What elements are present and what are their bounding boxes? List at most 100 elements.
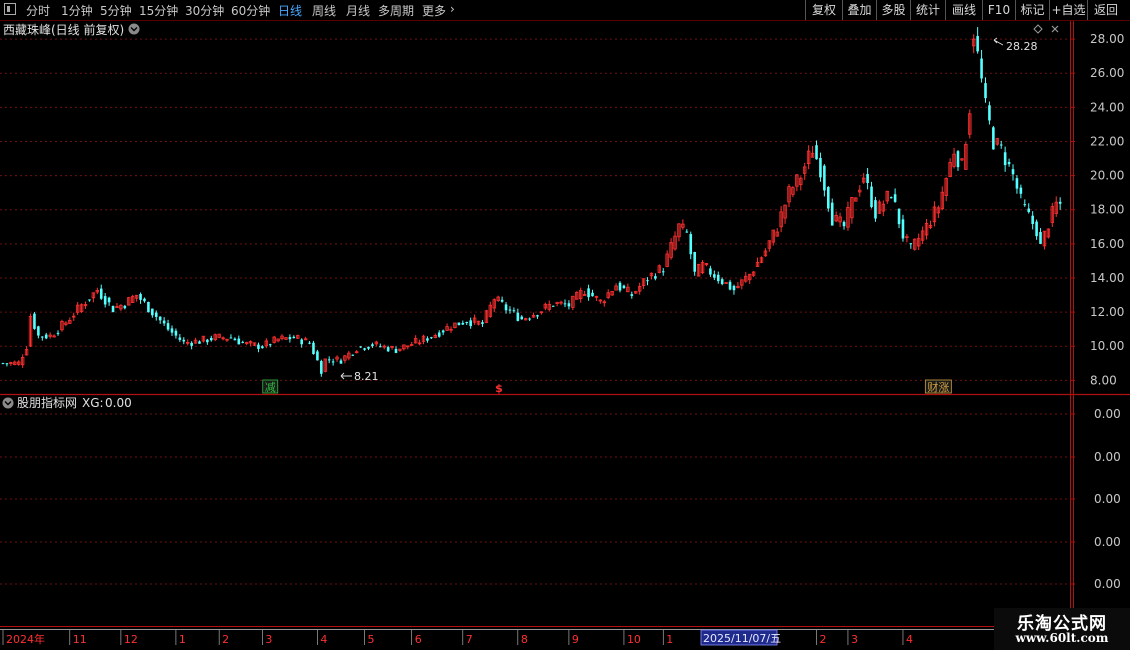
candle-body <box>980 58 983 79</box>
candle-body <box>713 274 716 278</box>
candle-body <box>300 339 303 345</box>
candle-body <box>1027 208 1031 213</box>
price-tick-label: 16.00 <box>1090 237 1124 251</box>
chevron-down-icon[interactable] <box>2 397 14 409</box>
date-tick-label: 12 <box>124 633 138 646</box>
candle-body <box>827 187 830 209</box>
candle-body <box>465 322 469 324</box>
min-price-label: 8.21 <box>354 370 379 383</box>
candle-body <box>1011 169 1015 175</box>
candle-body <box>394 348 398 353</box>
candle-body <box>1031 215 1034 225</box>
close-icon[interactable] <box>1051 25 1059 33</box>
candle-body <box>292 336 296 339</box>
candle-body <box>508 309 512 311</box>
candle-body <box>162 320 166 324</box>
candle-body <box>893 194 897 202</box>
candle-body <box>630 294 634 296</box>
date-tick-label: 6 <box>415 633 422 646</box>
candle-body <box>261 346 264 349</box>
candle-body <box>984 83 987 99</box>
candle-body <box>209 337 213 341</box>
candle-body <box>37 326 40 336</box>
candle-body <box>897 208 901 225</box>
max-price-label: 28.28 <box>1006 40 1038 53</box>
candle-body <box>268 344 272 346</box>
candle-body <box>410 344 414 346</box>
candle-body <box>331 361 335 363</box>
date-tick-label: 1 <box>666 633 673 646</box>
date-tick-label: 3 <box>851 633 858 646</box>
candle-body <box>461 322 465 325</box>
candle-body <box>166 323 170 330</box>
candle-body <box>190 342 193 346</box>
candle-body <box>646 280 649 282</box>
candle-body <box>732 285 736 291</box>
candle-body <box>591 292 594 297</box>
stock-title: 西藏珠峰(日线 前复权) <box>3 22 124 37</box>
kline-chart[interactable]: 28.0026.0024.0022.0020.0018.0016.0014.00… <box>0 0 1130 650</box>
candle-body <box>123 305 127 309</box>
candle-body <box>441 330 445 333</box>
candle-body <box>5 363 9 365</box>
candle-body <box>563 303 567 305</box>
candle-body <box>1058 201 1062 204</box>
candle-body <box>170 328 174 333</box>
candle-body <box>363 348 366 350</box>
candle-body <box>241 341 245 343</box>
candle-body <box>1039 231 1042 244</box>
candle-body <box>512 310 516 312</box>
candle-body <box>457 322 461 326</box>
candle-body <box>976 36 979 52</box>
candle-body <box>288 337 292 340</box>
candle-body <box>378 346 382 348</box>
candle-body <box>1023 204 1027 206</box>
date-tick-label: 8 <box>521 633 528 646</box>
date-tick-label: 9 <box>572 633 579 646</box>
candle-body <box>901 219 905 239</box>
candle-body <box>88 299 91 301</box>
candle-body <box>351 354 355 356</box>
date-tick-label: 2 <box>222 633 229 646</box>
candle-body <box>316 351 319 361</box>
candle-body <box>206 339 209 343</box>
candle-body <box>693 251 696 272</box>
candle-body <box>103 296 107 305</box>
indicator-tick-label: 0.00 <box>1094 450 1121 464</box>
candle-body <box>367 346 370 349</box>
cursor-date-label: 2025/11/07/五 <box>703 632 781 645</box>
candle-body <box>1019 187 1023 194</box>
indicator-series-label: XG: <box>82 396 104 410</box>
candle-body <box>842 221 846 227</box>
candle-body <box>154 312 158 317</box>
candle-body <box>312 342 315 355</box>
candle-body <box>870 186 873 208</box>
chart-frame <box>0 21 1130 630</box>
indicator-tick-label: 0.00 <box>1094 407 1121 421</box>
date-tick-label: 7 <box>466 633 473 646</box>
candle-body <box>909 243 913 245</box>
candle-body <box>386 347 390 352</box>
price-tick-label: 20.00 <box>1090 169 1124 183</box>
candle-body <box>823 165 826 191</box>
date-tick-label: 11 <box>73 633 87 646</box>
candle-body <box>500 299 504 302</box>
candle-body <box>111 305 115 313</box>
candle-body <box>198 341 201 344</box>
candle-body <box>151 308 154 316</box>
candle-body <box>661 271 665 273</box>
diamond-icon[interactable] <box>1033 24 1043 34</box>
chevron-down-icon[interactable] <box>128 23 140 35</box>
candle-body <box>426 338 429 341</box>
date-tick-label: 5 <box>368 633 375 646</box>
candle-body <box>33 313 36 329</box>
candle-body <box>587 288 590 298</box>
candle-body <box>158 316 162 321</box>
candle-body <box>622 285 626 289</box>
date-tick-label: 10 <box>627 633 641 646</box>
candle-body <box>437 332 441 337</box>
candle-body <box>481 322 484 324</box>
min-arrow-icon <box>340 372 352 380</box>
candle-body <box>233 338 237 341</box>
indicator-tick-label: 0.00 <box>1094 535 1121 549</box>
